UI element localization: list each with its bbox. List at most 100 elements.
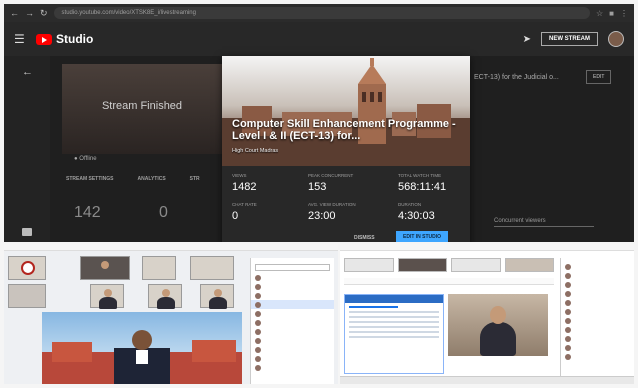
participant-row[interactable] <box>561 298 634 307</box>
reload-icon[interactable]: ↻ <box>40 8 48 19</box>
main-speaker-video[interactable] <box>42 312 242 384</box>
participant-row[interactable] <box>561 325 634 334</box>
participant-row[interactable] <box>561 316 634 325</box>
stat-chat-rate: Chat rate 0 <box>232 202 257 222</box>
stat-duration: Duration 4:30:03 <box>398 202 435 222</box>
back-nav-icon[interactable]: ← <box>10 8 19 18</box>
stat-peak-concurrent: Peak concurrent 153 <box>308 173 353 193</box>
youtube-logo-icon[interactable] <box>36 33 52 45</box>
participant-avatar <box>565 353 571 360</box>
participant-row[interactable] <box>251 318 334 327</box>
edit-in-studio-button[interactable]: EDIT IN STUDIO <box>396 231 449 242</box>
participant-row[interactable] <box>251 282 334 291</box>
document-text-line <box>349 316 439 318</box>
video-meeting-window <box>4 244 338 384</box>
video-thumbnail: Computer Skill Enhancement Programme - L… <box>222 56 470 166</box>
participants-panel-2 <box>560 258 634 384</box>
participant-tile[interactable] <box>80 256 130 280</box>
address-bar[interactable]: studio.youtube.com/video/XTSK8E_i/livest… <box>53 7 590 19</box>
participant-tile[interactable] <box>8 284 46 308</box>
stream-preview-player[interactable]: Stream Finished <box>62 64 222 154</box>
participant-thumbnail[interactable] <box>397 258 447 272</box>
participant-row[interactable] <box>561 271 634 280</box>
participant-avatar <box>565 263 571 270</box>
participant-avatar <box>565 317 571 324</box>
participant-row[interactable] <box>251 336 334 345</box>
studio-title[interactable]: Studio <box>56 32 93 46</box>
tab-stream-health[interactable]: STR <box>190 176 200 182</box>
new-stream-button[interactable]: NEW STREAM <box>541 32 598 46</box>
participant-row[interactable] <box>561 334 634 343</box>
participant-head <box>101 261 109 269</box>
participant-row[interactable] <box>561 280 634 289</box>
studio-header: ☰ Studio ➤ NEW STREAM <box>4 22 634 56</box>
stream-status: ● Offline <box>74 156 97 162</box>
youtube-studio-window: ← → ↻ studio.youtube.com/video/XTSK8E_i/… <box>4 4 634 242</box>
participant-row[interactable] <box>561 352 634 361</box>
participant-body <box>157 297 175 309</box>
screen-share-window <box>340 244 634 384</box>
participant-row[interactable] <box>251 363 334 372</box>
background-edit-button[interactable]: EDIT <box>586 70 612 84</box>
metric-dropdown[interactable]: Concurrent viewers <box>494 218 594 227</box>
participant-thumbnail[interactable] <box>451 258 501 272</box>
participant-tile[interactable] <box>90 284 124 309</box>
participant-row[interactable] <box>251 291 334 300</box>
tab-stream-settings[interactable]: STREAM SETTINGS <box>66 176 114 182</box>
participant-row[interactable] <box>251 300 334 309</box>
participant-row[interactable] <box>251 309 334 318</box>
background-stat-value: 142 <box>74 204 101 221</box>
participant-thumbnail[interactable] <box>344 258 394 272</box>
participant-head <box>104 289 112 297</box>
stat-label: Views <box>232 173 247 178</box>
hamburger-menu-icon[interactable]: ☰ <box>14 32 36 46</box>
participant-row[interactable] <box>561 289 634 298</box>
taskbar <box>340 376 634 384</box>
participant-tile[interactable] <box>148 284 182 309</box>
extensions-icon[interactable]: ■ <box>609 9 614 18</box>
menu-dots-icon[interactable]: ⋮ <box>620 9 628 18</box>
participants-search[interactable] <box>255 264 330 271</box>
meeting-menu-bar <box>4 244 338 251</box>
participant-row[interactable] <box>251 345 334 354</box>
back-arrow-icon[interactable]: ← <box>22 66 33 78</box>
stat-total-watch-time: Total watch time 568:11:41 <box>398 173 446 193</box>
participant-avatar <box>255 310 261 317</box>
participant-row[interactable] <box>561 343 634 352</box>
shared-toolbar <box>344 278 554 285</box>
participant-avatar <box>255 274 261 281</box>
screenshot-collage: ← → ↻ studio.youtube.com/video/XTSK8E_i/… <box>0 0 638 388</box>
document-text-line <box>349 311 439 313</box>
participant-tile[interactable] <box>8 256 46 280</box>
participant-body <box>209 297 227 309</box>
background-video-title: ECT-13) for the Judicial o... <box>474 74 559 81</box>
participant-tile[interactable] <box>200 284 234 309</box>
account-avatar[interactable] <box>608 31 624 47</box>
bookmark-star-icon[interactable]: ☆ <box>596 9 603 18</box>
presenter-body <box>480 322 516 356</box>
participant-row[interactable] <box>251 354 334 363</box>
feedback-icon[interactable] <box>22 228 32 236</box>
shared-document-window[interactable] <box>344 294 444 374</box>
tab-analytics[interactable]: ANALYTICS <box>138 176 166 182</box>
dismiss-button[interactable]: DISMISS <box>354 235 375 241</box>
go-live-icon[interactable]: ➤ <box>523 34 531 45</box>
participant-tile[interactable] <box>190 256 234 280</box>
stat-value: 23:00 <box>308 210 336 222</box>
participant-row[interactable] <box>251 327 334 336</box>
stat-label: Duration <box>398 202 422 207</box>
participant-avatar <box>565 290 571 297</box>
participant-row[interactable] <box>561 262 634 271</box>
participant-avatar <box>255 328 261 335</box>
stream-status-label: Offline <box>79 156 97 162</box>
participant-row[interactable] <box>561 307 634 316</box>
forward-nav-icon[interactable]: → <box>25 8 34 18</box>
participant-thumbnails <box>344 258 554 272</box>
participant-tile[interactable] <box>142 256 176 280</box>
participant-thumbnail[interactable] <box>504 258 554 272</box>
stat-label: Avg. view duration <box>308 202 356 207</box>
stat-value: 153 <box>308 181 327 193</box>
presenter-video[interactable] <box>448 294 548 356</box>
participant-avatar <box>565 272 571 279</box>
participant-row[interactable] <box>251 273 334 282</box>
